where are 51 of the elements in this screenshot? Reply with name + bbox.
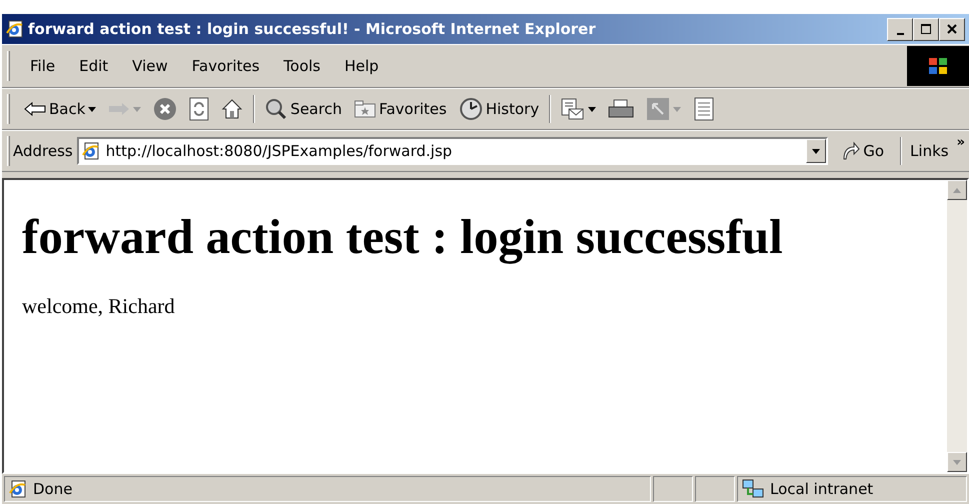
page-text: welcome, Richard xyxy=(22,292,176,320)
history-button[interactable]: History xyxy=(452,95,546,123)
page-heading: forward action test : login successful xyxy=(22,208,784,266)
back-button[interactable]: Back xyxy=(18,96,102,122)
menu-item[interactable]: Favorites xyxy=(180,52,272,80)
home-icon xyxy=(221,98,244,120)
zone-text: Local intranet xyxy=(770,478,874,500)
back-icon xyxy=(24,102,46,116)
caret-icon xyxy=(133,106,142,112)
stop-icon xyxy=(153,97,178,121)
minimize-icon xyxy=(896,33,904,35)
links-button[interactable]: Links xyxy=(906,138,953,164)
refresh-icon xyxy=(189,97,210,121)
windows-logo-icon xyxy=(907,46,969,86)
maximize-icon xyxy=(920,23,932,35)
close-button[interactable] xyxy=(939,18,965,40)
favorites-icon xyxy=(354,100,376,118)
status-pane xyxy=(695,476,735,502)
search-icon xyxy=(265,98,288,120)
arrow-up-icon xyxy=(953,188,961,192)
address-label: Address xyxy=(13,140,73,162)
address-field[interactable]: http://localhost:8080/JSPExamples/forward.jsp xyxy=(76,137,828,165)
page-icon xyxy=(9,480,27,498)
go-button[interactable]: Go xyxy=(834,138,890,164)
forward-icon xyxy=(108,102,130,116)
maximize-button[interactable] xyxy=(913,18,939,40)
network-icon xyxy=(742,479,764,499)
menu-item[interactable]: File xyxy=(18,52,68,80)
browser-icon xyxy=(6,20,24,38)
status-pane xyxy=(653,476,693,502)
close-icon xyxy=(946,23,958,35)
more-links-button[interactable]: » xyxy=(952,131,969,154)
status-text: Done xyxy=(33,478,72,500)
arrow-down-icon xyxy=(953,460,961,464)
caret-icon xyxy=(673,106,682,112)
menu-item[interactable]: Tools xyxy=(272,52,332,80)
caret-icon xyxy=(588,106,596,112)
print-icon xyxy=(608,99,634,119)
menu-item[interactable]: View xyxy=(120,52,180,80)
search-button[interactable]: Search xyxy=(259,96,348,122)
mail-icon xyxy=(561,98,586,120)
minimize-button[interactable] xyxy=(887,18,913,40)
scroll-down-button[interactable] xyxy=(947,452,967,472)
caret-icon xyxy=(88,106,96,112)
window-title: forward action test : login successful! - Microsoft Internet Explorer xyxy=(28,18,597,40)
menu-item[interactable]: Edit xyxy=(67,52,120,80)
menu-item[interactable]: Help xyxy=(332,52,391,80)
page-icon xyxy=(82,142,100,160)
history-icon xyxy=(458,97,483,121)
favorites-button[interactable]: Favorites xyxy=(348,96,453,122)
scroll-up-button[interactable] xyxy=(947,180,967,200)
